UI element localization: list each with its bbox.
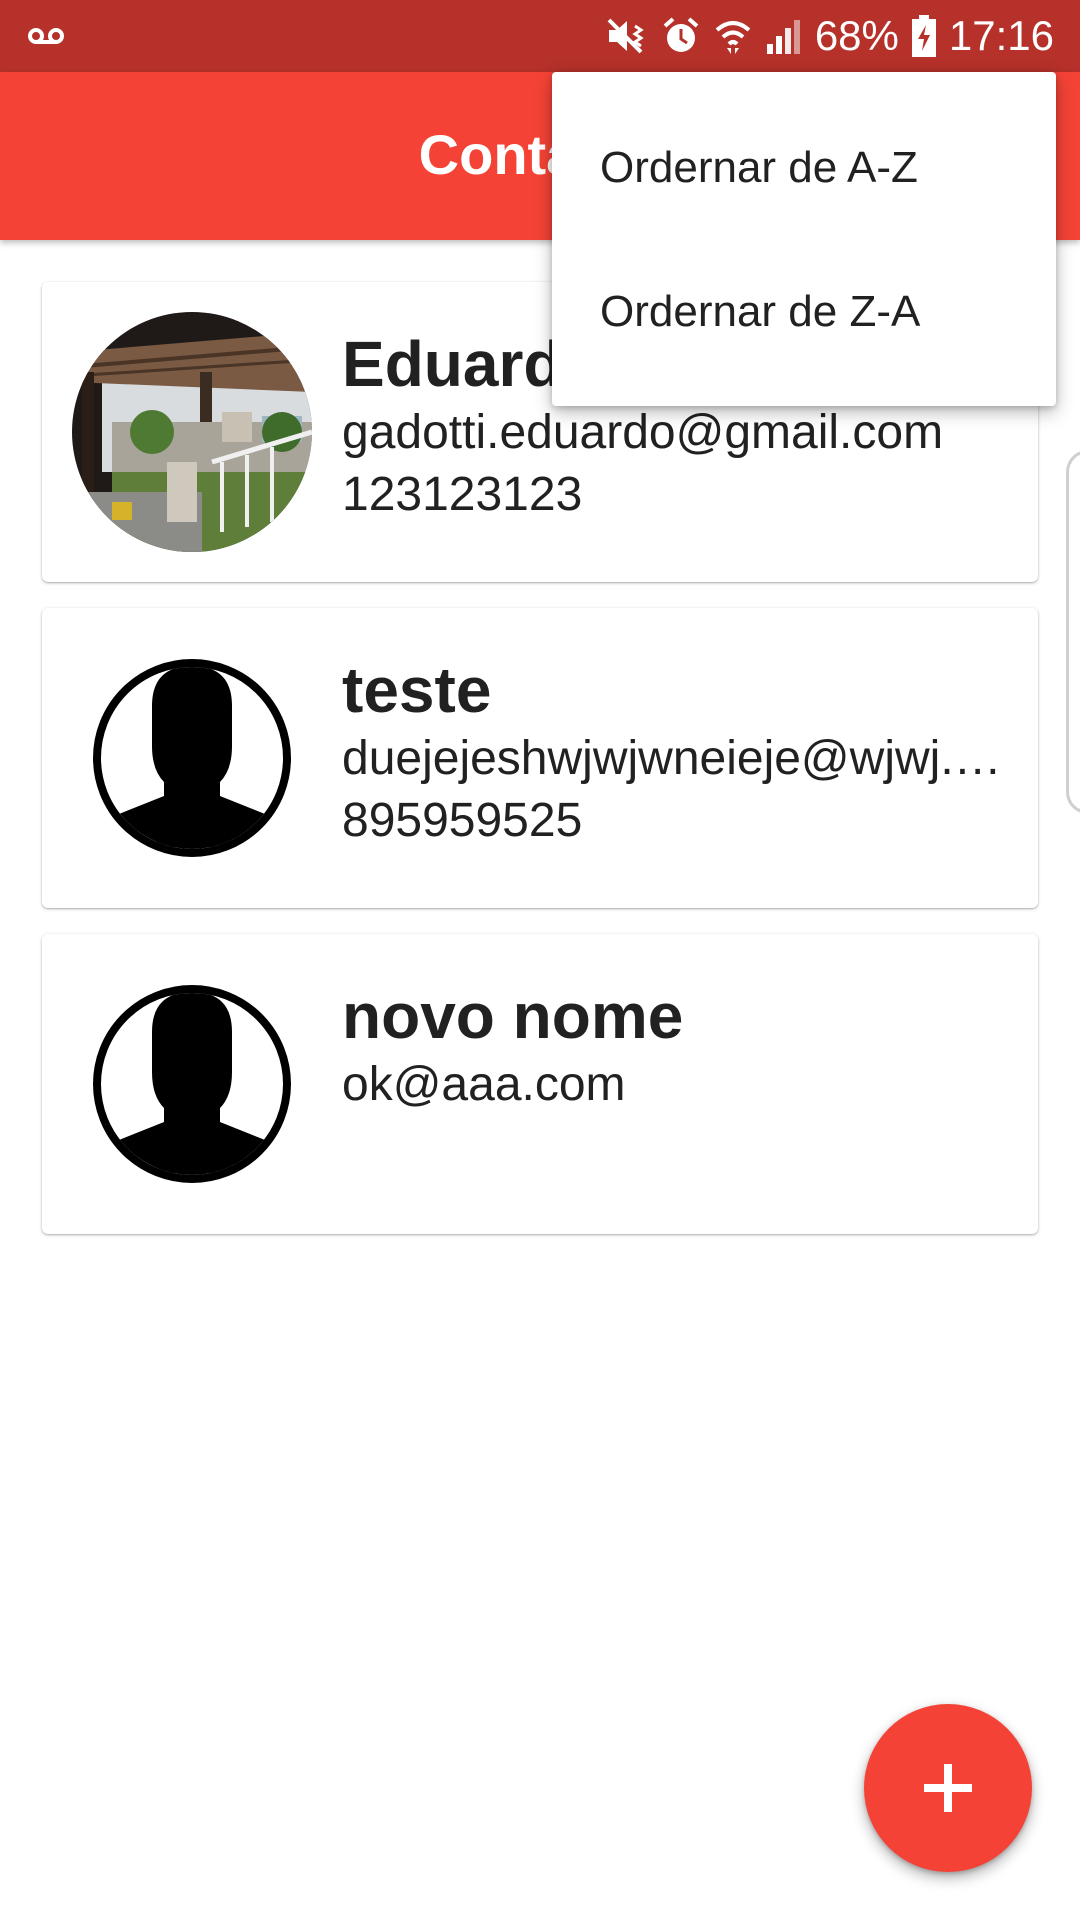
battery-percent: 68%	[814, 12, 899, 59]
contact-email: gadotti.eduardo@gmail.com	[342, 406, 944, 459]
mute-vibrate-icon	[607, 18, 644, 54]
signal-icon	[766, 20, 800, 54]
contact-name: teste	[342, 654, 492, 726]
edge-panel-handle[interactable]	[1066, 450, 1080, 814]
sort-menu: Ordernar de A-Z Ordernar de Z-A	[552, 72, 1056, 406]
contact-email: ok@aaa.com	[342, 1058, 626, 1111]
status-icons: 68% 17:16	[605, 0, 1054, 72]
default-person-icon	[72, 638, 312, 878]
menu-item-label: Ordernar de A-Z	[600, 143, 918, 192]
menu-item-label: Ordernar de Z-A	[600, 287, 921, 336]
contact-email: duejejeshwjwjwneieje@wjwj.com	[342, 732, 1002, 785]
status-bar: 68% 17:16	[0, 0, 1080, 72]
voicemail-icon	[28, 28, 64, 44]
default-person-icon	[72, 964, 312, 1204]
contact-photo	[72, 312, 312, 552]
contact-card[interactable]: teste duejejeshwjwjwneieje@wjwj.com 8959…	[42, 608, 1038, 908]
porch-photo-image	[72, 312, 312, 552]
clock: 17:16	[948, 12, 1054, 59]
battery-charging-icon	[911, 15, 936, 57]
plus-icon	[924, 1764, 972, 1812]
contact-card[interactable]: novo nome ok@aaa.com	[42, 934, 1038, 1234]
alarm-icon	[663, 17, 699, 52]
contact-name: novo nome	[342, 980, 684, 1052]
sort-z-a-menu-item[interactable]: Ordernar de Z-A	[552, 240, 1056, 384]
wifi-icon	[715, 21, 751, 54]
contact-info: teste duejejeshwjwjwneieje@wjwj.com 8959…	[342, 652, 1002, 852]
contact-phone: 123123123	[342, 468, 583, 521]
add-contact-button[interactable]	[864, 1704, 1032, 1872]
contact-info: novo nome ok@aaa.com	[342, 978, 1002, 1116]
contact-phone: 895959525	[342, 794, 583, 847]
sort-a-z-menu-item[interactable]: Ordernar de A-Z	[552, 96, 1056, 240]
